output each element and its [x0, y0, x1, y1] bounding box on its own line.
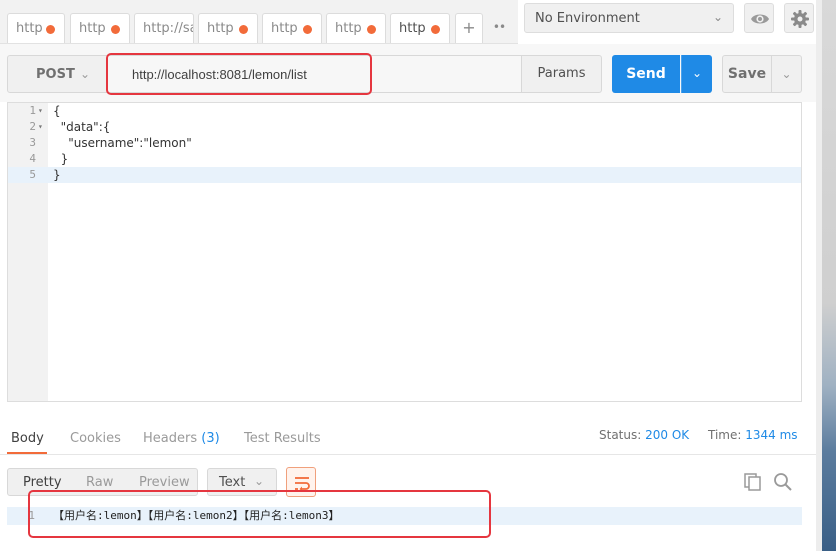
params-button[interactable]: Params: [521, 55, 602, 93]
desktop-wallpaper: [822, 0, 836, 551]
unsaved-dot-icon: [367, 25, 376, 34]
save-button[interactable]: Save: [722, 55, 772, 93]
divider: [0, 454, 816, 455]
line-number: 3: [29, 136, 36, 149]
search-icon: [774, 473, 792, 491]
code-line: 2 ▾ "data":{: [8, 119, 801, 135]
code-text: "data":{: [53, 120, 111, 134]
unsaved-dot-icon: [46, 25, 55, 34]
chevron-down-icon: ⌄: [781, 67, 792, 81]
time-readout: Time: 1344 ms: [708, 428, 798, 442]
view-raw-button[interactable]: Raw: [86, 475, 113, 490]
response-tabs: Body Cookies Headers (3) Test Results St…: [0, 424, 816, 454]
unsaved-dot-icon: [111, 25, 120, 34]
code-text: {: [53, 104, 61, 118]
request-tab[interactable]: http://saa: [134, 13, 194, 43]
headers-count-badge: (3): [201, 431, 220, 446]
code-text: }: [53, 168, 61, 182]
tab-label: http: [335, 21, 362, 36]
request-tab-bar: http http http://saa http http http http…: [0, 0, 518, 44]
chevron-down-icon: ⌄: [691, 66, 703, 80]
code-text: }: [53, 152, 69, 166]
fold-arrow-icon[interactable]: ▾: [38, 119, 43, 135]
line-number: 4: [29, 152, 36, 165]
tab-body[interactable]: Body: [11, 431, 44, 446]
unsaved-dot-icon: [303, 25, 312, 34]
request-tab[interactable]: http: [70, 13, 130, 43]
status-label: Status:: [599, 428, 642, 442]
tab-cookies[interactable]: Cookies: [70, 431, 121, 446]
send-button[interactable]: Send: [612, 55, 680, 93]
request-tab[interactable]: http: [326, 13, 386, 43]
search-response-button[interactable]: [773, 472, 793, 496]
tab-label: http://saa: [143, 21, 193, 36]
line-number: 5: [29, 168, 36, 181]
request-body-editor[interactable]: 1 ▾ { 2 ▾ "data":{ 3 "username":"lemon" …: [7, 102, 802, 402]
code-line: 1 ▾ {: [8, 103, 801, 119]
more-tabs-button[interactable]: ••: [486, 13, 512, 43]
tab-label: http: [399, 21, 426, 36]
response-annotation-box: [28, 490, 491, 538]
new-tab-button[interactable]: +: [455, 13, 483, 43]
view-preview-button[interactable]: Preview: [139, 475, 190, 490]
view-pretty-button[interactable]: Pretty: [23, 475, 62, 490]
copy-icon: [744, 473, 761, 491]
request-tab[interactable]: http: [198, 13, 258, 43]
unsaved-dot-icon: [239, 25, 248, 34]
status-value: 200 OK: [645, 428, 690, 442]
chevron-down-icon: ⌄: [80, 67, 91, 81]
code-text: "username":"lemon": [53, 136, 192, 150]
request-tab[interactable]: http: [262, 13, 322, 43]
send-options-button[interactable]: ⌄: [681, 55, 712, 93]
time-value: 1344 ms: [745, 428, 798, 442]
tab-label: http: [207, 21, 234, 36]
tab-label: http: [16, 21, 43, 36]
line-number: 2: [29, 120, 36, 133]
code-line-active: 5 }: [8, 167, 801, 183]
url-annotation-box: [106, 53, 372, 95]
code-line: 4 }: [8, 151, 801, 167]
line-number: 1: [29, 104, 36, 117]
fold-arrow-icon[interactable]: ▾: [38, 103, 43, 119]
request-tab-active[interactable]: http: [390, 13, 450, 43]
tab-test-results[interactable]: Test Results: [244, 431, 321, 446]
unsaved-dot-icon: [431, 25, 440, 34]
save-options-button[interactable]: ⌄: [772, 55, 802, 93]
eye-icon: [751, 14, 769, 24]
code-line: 3 "username":"lemon": [8, 135, 801, 151]
copy-response-button[interactable]: [743, 472, 763, 496]
tab-label: http: [271, 21, 298, 36]
gear-icon: [791, 10, 809, 28]
method-label: POST: [36, 67, 75, 82]
tab-headers[interactable]: Headers (3): [143, 431, 220, 446]
time-label: Time:: [708, 428, 742, 442]
environment-settings-button[interactable]: [784, 3, 814, 33]
chevron-down-icon: ⌄: [254, 474, 265, 488]
environment-select[interactable]: No Environment ⌄: [524, 3, 734, 33]
environment-quick-look-button[interactable]: [744, 3, 774, 33]
request-tab[interactable]: http: [7, 13, 65, 43]
status-readout: Status: 200 OK: [599, 428, 689, 442]
environment-label: No Environment: [535, 11, 640, 26]
method-select[interactable]: POST ⌄: [7, 55, 107, 93]
tab-label: http: [79, 21, 106, 36]
tab-headers-label: Headers: [143, 431, 198, 446]
format-label: Text: [219, 475, 246, 490]
chevron-down-icon: ⌄: [712, 10, 723, 24]
